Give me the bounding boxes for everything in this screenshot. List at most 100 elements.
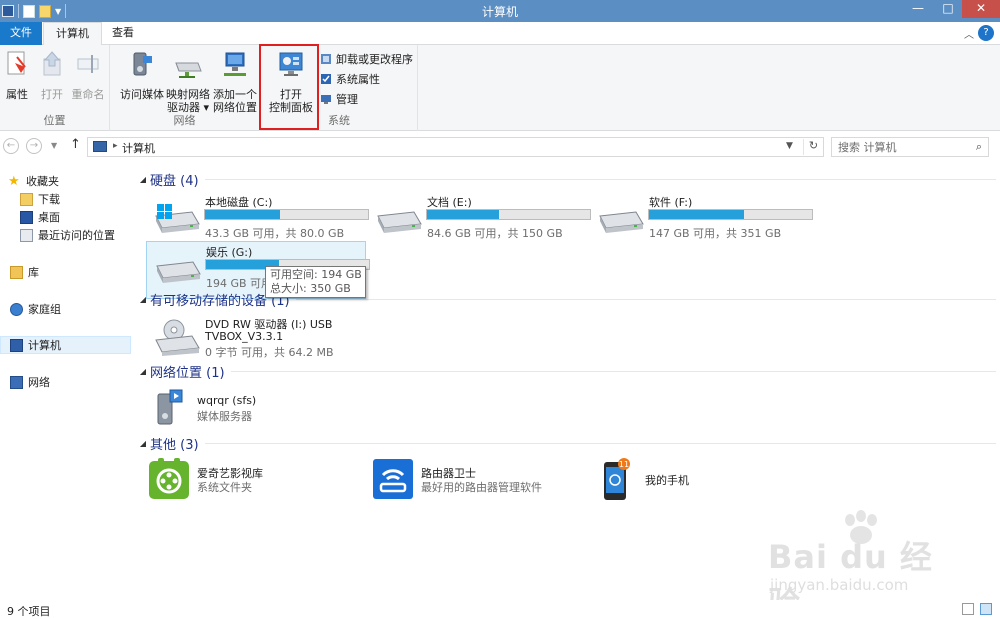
dvd-drive[interactable]: DVD RW 驱动器 (I:) USB TVBOX_V3.3.1 0 字节 可用… bbox=[146, 314, 406, 360]
back-button[interactable]: ← bbox=[3, 138, 19, 154]
nav-computer[interactable]: 计算机 bbox=[0, 336, 131, 354]
open-button[interactable]: 打开 bbox=[38, 49, 66, 101]
group-title: 硬盘 (4) bbox=[150, 173, 199, 189]
system-properties-label: 系统属性 bbox=[336, 73, 380, 86]
nav-favorites[interactable]: ★ 收藏夹 bbox=[8, 172, 139, 190]
tab-view[interactable]: 查看 bbox=[100, 22, 146, 45]
media-server-type: 媒体服务器 bbox=[197, 410, 252, 423]
tab-file[interactable]: 文件 bbox=[0, 22, 42, 45]
address-history-chevron-icon[interactable]: ▼ bbox=[786, 141, 793, 151]
group-divider bbox=[204, 442, 996, 444]
drive-usage-bar bbox=[204, 209, 369, 220]
group-header-others[interactable]: ◢ 其他 (3) bbox=[136, 434, 996, 453]
window-title: 计算机 bbox=[481, 5, 518, 19]
media-server-icon bbox=[157, 389, 183, 425]
properties-button[interactable]: 属性 bbox=[4, 49, 30, 101]
router-guard-desc: 最好用的路由器管理软件 bbox=[421, 481, 542, 494]
map-network-drive-button[interactable]: 映射网络 驱动器 ▾ bbox=[166, 49, 210, 114]
collapse-chevron-icon[interactable]: ◢ bbox=[136, 295, 150, 304]
nav-recent-label: 最近访问的位置 bbox=[38, 229, 115, 242]
nav-recent[interactable]: 最近访问的位置 bbox=[20, 226, 151, 244]
collapse-chevron-icon[interactable]: ◢ bbox=[136, 367, 150, 376]
router-guard-item[interactable]: 路由器卫士 最好用的路由器管理软件 bbox=[372, 458, 582, 504]
help-icon[interactable]: ? bbox=[978, 25, 994, 41]
drive-name: 本地磁盘 (C:) bbox=[205, 196, 273, 209]
map-drive-label-line1: 映射网络 bbox=[166, 88, 210, 101]
ribbon-collapse-chevron-icon[interactable]: ︿ bbox=[964, 26, 974, 41]
address-bar[interactable]: ▸ 计算机 ▼ ↻ bbox=[87, 137, 824, 157]
nav-homegroup[interactable]: 家庭组 bbox=[10, 300, 141, 318]
control-panel-highlight bbox=[259, 44, 319, 130]
drive-name: 文档 (E:) bbox=[427, 196, 472, 209]
tooltip-total-size: 总大小: 350 GB bbox=[270, 282, 351, 295]
media-server-name: wqrqr (sfs) bbox=[197, 394, 257, 407]
manage-button[interactable]: 管理 bbox=[320, 90, 358, 108]
nav-downloads[interactable]: 下载 bbox=[20, 190, 151, 208]
manage-label: 管理 bbox=[336, 93, 358, 106]
map-network-drive-icon bbox=[175, 62, 202, 78]
computer-icon bbox=[10, 338, 23, 352]
ribbon-group-label: 网络 bbox=[173, 114, 196, 127]
open-icon bbox=[43, 51, 61, 76]
nav-libraries[interactable]: 库 bbox=[10, 263, 141, 281]
uninstall-label: 卸载或更改程序 bbox=[336, 53, 413, 66]
libraries-icon bbox=[10, 265, 23, 279]
system-properties-button[interactable]: 系统属性 bbox=[320, 70, 380, 88]
up-button[interactable]: ↑ bbox=[70, 137, 81, 152]
refresh-button[interactable]: ↻ bbox=[803, 139, 823, 155]
recent-locations-chevron-icon[interactable]: ▼ bbox=[51, 141, 57, 150]
breadcrumb-separator-icon[interactable]: ▸ bbox=[113, 141, 118, 151]
nav-network-label: 网络 bbox=[28, 376, 50, 389]
forward-button[interactable]: → bbox=[26, 138, 42, 154]
access-media-icon bbox=[133, 52, 152, 76]
nav-network[interactable]: 网络 bbox=[10, 373, 141, 391]
drive-name: 娱乐 (G:) bbox=[206, 246, 253, 259]
group-title: 其他 (3) bbox=[150, 437, 199, 453]
rename-button[interactable]: 重命名 bbox=[70, 49, 106, 101]
nav-libraries-label: 库 bbox=[28, 266, 39, 279]
desktop-icon bbox=[20, 210, 33, 224]
group-header-hard-disks[interactable]: ◢ 硬盘 (4) bbox=[136, 170, 996, 189]
group-title: 网络位置 (1) bbox=[150, 365, 225, 381]
hard-drive-icon bbox=[156, 261, 201, 283]
homegroup-icon bbox=[10, 302, 23, 316]
add-network-location-icon bbox=[224, 52, 246, 76]
group-header-network-locations[interactable]: ◢ 网络位置 (1) bbox=[136, 362, 996, 381]
search-box[interactable]: ⌕ bbox=[831, 137, 989, 157]
search-input[interactable] bbox=[838, 140, 968, 154]
maximize-button[interactable]: □ bbox=[934, 0, 962, 18]
access-media-button[interactable]: 访问媒体 bbox=[120, 49, 164, 101]
group-divider bbox=[295, 298, 996, 300]
properties-label: 属性 bbox=[6, 88, 28, 101]
nav-favorites-label: 收藏夹 bbox=[26, 175, 59, 188]
uninstall-program-button[interactable]: 卸载或更改程序 bbox=[320, 50, 413, 68]
breadcrumb[interactable]: 计算机 bbox=[122, 140, 155, 156]
drive-name: 软件 (F:) bbox=[649, 196, 693, 209]
nav-homegroup-label: 家庭组 bbox=[28, 303, 61, 316]
drive-f[interactable]: 软件 (F:) 147 GB 可用，共 351 GB bbox=[590, 192, 818, 250]
collapse-chevron-icon[interactable]: ◢ bbox=[136, 439, 150, 448]
windows-drive-icon bbox=[155, 204, 200, 233]
collapse-chevron-icon[interactable]: ◢ bbox=[136, 175, 150, 184]
add-network-location-button[interactable]: 添加一个 网络位置 bbox=[212, 49, 258, 114]
iqiyi-library-item[interactable]: 爱奇艺影视库 系统文件夹 bbox=[148, 458, 358, 504]
my-phone-item[interactable]: 11 我的手机 bbox=[596, 458, 796, 504]
item-count: 9 个项目 bbox=[7, 605, 51, 618]
drive-e[interactable]: 文档 (E:) 84.6 GB 可用，共 150 GB bbox=[368, 192, 596, 250]
rename-label: 重命名 bbox=[71, 88, 105, 101]
computer-icon bbox=[93, 141, 107, 152]
tab-computer[interactable]: 计算机 bbox=[43, 22, 102, 46]
minimize-button[interactable]: — bbox=[904, 0, 932, 18]
navigation-bar: ← → ▼ ↑ ▸ 计算机 ▼ ↻ ⌕ bbox=[0, 132, 1000, 160]
network-icon bbox=[10, 375, 23, 389]
dvd-drive-icon bbox=[155, 319, 200, 356]
drive-space: 84.6 GB 可用，共 150 GB bbox=[427, 227, 563, 240]
iqiyi-icon bbox=[149, 458, 189, 499]
close-button[interactable]: ✕ bbox=[962, 0, 1000, 18]
ribbon-group-location: 属性 打开 重命名 位置 bbox=[0, 45, 110, 131]
large-icons-view-icon[interactable] bbox=[980, 603, 992, 615]
media-server-item[interactable]: wqrqr (sfs) 媒体服务器 bbox=[148, 386, 348, 432]
details-view-icon[interactable] bbox=[962, 603, 974, 615]
search-icon[interactable]: ⌕ bbox=[976, 140, 982, 154]
nav-desktop[interactable]: 桌面 bbox=[20, 208, 151, 226]
